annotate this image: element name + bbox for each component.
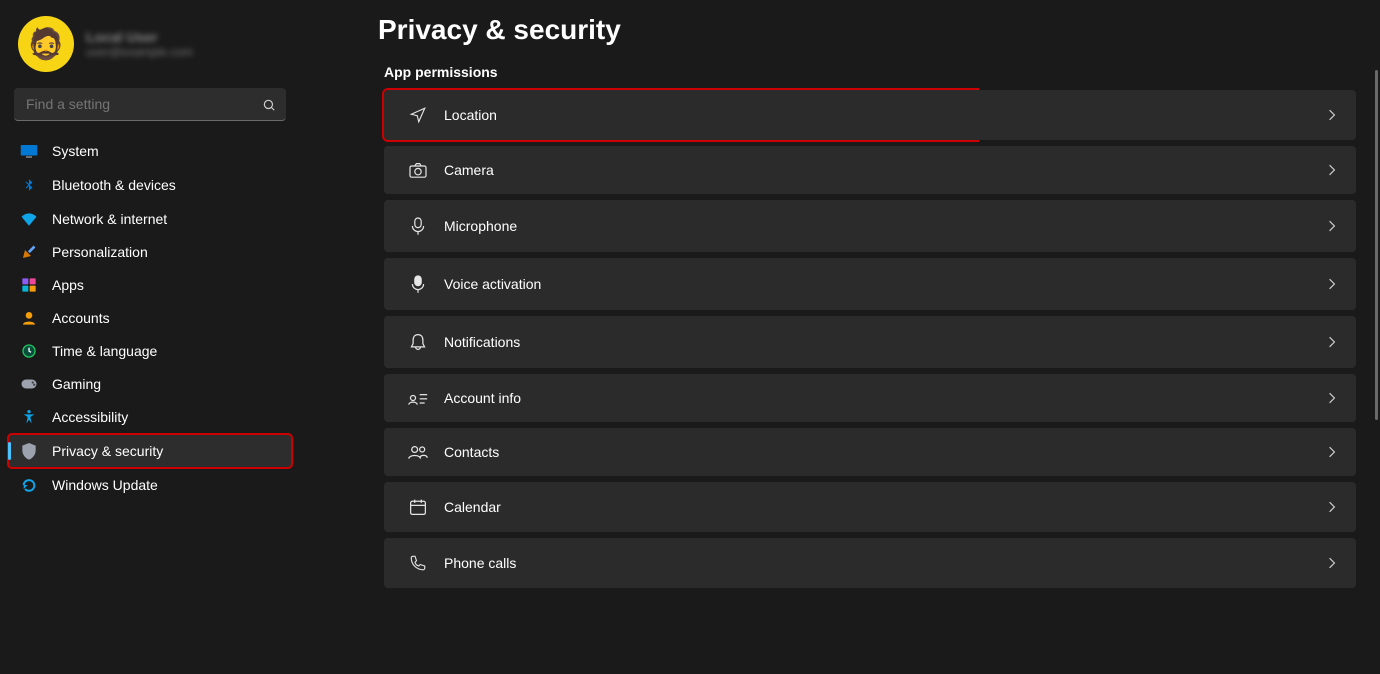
permission-row-location[interactable]: Location <box>384 90 1356 140</box>
sidebar-item-accounts[interactable]: Accounts <box>8 302 292 334</box>
sidebar-item-personalization[interactable]: Personalization <box>8 236 292 268</box>
sidebar-item-label: System <box>52 143 99 159</box>
sidebar-item-gaming[interactable]: Gaming <box>8 368 292 400</box>
user-name: Local User <box>86 29 193 45</box>
sidebar-item-label: Time & language <box>52 343 157 359</box>
chevron-right-icon <box>1328 556 1336 570</box>
chevron-right-icon <box>1328 219 1336 233</box>
permission-row-contacts[interactable]: Contacts <box>384 428 1356 476</box>
permission-label: Microphone <box>444 218 517 234</box>
permission-label: Phone calls <box>444 555 516 571</box>
sidebar-item-bluetooth[interactable]: Bluetooth & devices <box>8 168 292 202</box>
calendar-icon <box>404 498 432 516</box>
avatar: 🧔 <box>18 16 74 72</box>
permission-label: Location <box>444 107 497 123</box>
permission-label: Contacts <box>444 444 499 460</box>
sidebar-item-label: Accessibility <box>52 409 128 425</box>
permission-label: Voice activation <box>444 276 541 292</box>
sidebar-item-label: Accounts <box>52 310 110 326</box>
accounts-icon <box>20 310 38 326</box>
nav-list: System Bluetooth & devices Network & inter… <box>8 135 292 501</box>
permission-row-notifications[interactable]: Notifications <box>384 316 1356 368</box>
section-header: App permissions <box>384 64 1356 80</box>
camera-icon <box>404 162 432 178</box>
permission-label: Camera <box>444 162 494 178</box>
chevron-right-icon <box>1328 500 1336 514</box>
page-title: Privacy & security <box>378 14 1356 46</box>
permission-row-accountinfo[interactable]: Account info <box>384 374 1356 422</box>
sidebar-item-network[interactable]: Network & internet <box>8 203 292 235</box>
sidebar: 🧔 Local User user@example.com System Blue… <box>0 0 300 674</box>
sidebar-item-time[interactable]: Time & language <box>8 335 292 367</box>
apps-icon <box>20 277 38 293</box>
sidebar-item-label: Network & internet <box>52 211 167 227</box>
contacts-icon <box>404 444 432 460</box>
chevron-right-icon <box>1328 335 1336 349</box>
accountinfo-icon <box>404 390 432 406</box>
sidebar-item-label: Bluetooth & devices <box>52 177 176 193</box>
sidebar-item-label: Personalization <box>52 244 148 260</box>
personalization-icon <box>20 244 38 260</box>
sidebar-item-label: Gaming <box>52 376 101 392</box>
permission-row-phone[interactable]: Phone calls <box>384 538 1356 588</box>
notifications-icon <box>404 332 432 352</box>
sidebar-item-label: Windows Update <box>52 477 158 493</box>
permission-row-calendar[interactable]: Calendar <box>384 482 1356 532</box>
user-email: user@example.com <box>86 45 193 59</box>
accessibility-icon <box>20 409 38 425</box>
system-icon <box>20 144 38 158</box>
permissions-list: Location Camera Microphone Voice activat… <box>384 90 1356 588</box>
permission-row-microphone[interactable]: Microphone <box>384 200 1356 252</box>
content: Privacy & security App permissions Locat… <box>300 0 1380 674</box>
chevron-right-icon <box>1328 163 1336 177</box>
search-input[interactable] <box>14 88 286 121</box>
permission-row-camera[interactable]: Camera <box>384 146 1356 194</box>
chevron-right-icon <box>1328 445 1336 459</box>
sidebar-item-apps[interactable]: Apps <box>8 269 292 301</box>
permission-row-voice[interactable]: Voice activation <box>384 258 1356 310</box>
scrollbar[interactable] <box>1375 70 1378 420</box>
permission-label: Calendar <box>444 499 501 515</box>
search-wrap <box>14 88 286 121</box>
microphone-icon <box>404 216 432 236</box>
permission-label: Notifications <box>444 334 520 350</box>
chevron-right-icon <box>1328 391 1336 405</box>
search-icon <box>262 98 276 112</box>
bluetooth-icon <box>20 176 38 194</box>
time-icon <box>20 343 38 359</box>
sidebar-item-privacy[interactable]: Privacy & security <box>8 434 292 468</box>
sidebar-item-label: Privacy & security <box>52 443 163 459</box>
chevron-right-icon <box>1328 277 1336 291</box>
voice-icon <box>404 274 432 294</box>
network-icon <box>20 212 38 226</box>
permission-label: Account info <box>444 390 521 406</box>
update-icon <box>20 477 38 493</box>
gaming-icon <box>20 378 38 390</box>
user-section[interactable]: 🧔 Local User user@example.com <box>8 12 292 86</box>
sidebar-item-label: Apps <box>52 277 84 293</box>
chevron-right-icon <box>1328 108 1336 122</box>
phone-icon <box>404 554 432 572</box>
sidebar-item-accessibility[interactable]: Accessibility <box>8 401 292 433</box>
sidebar-item-update[interactable]: Windows Update <box>8 469 292 501</box>
privacy-icon <box>20 442 38 460</box>
sidebar-item-system[interactable]: System <box>8 135 292 167</box>
location-icon <box>404 106 432 124</box>
